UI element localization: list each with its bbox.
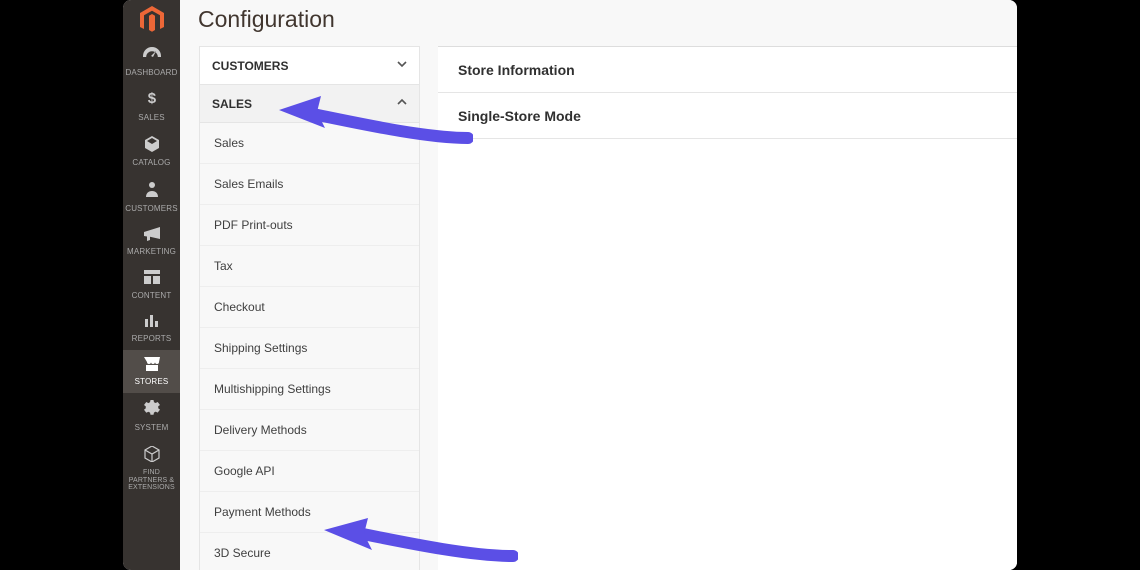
tab-sales-label: SALES	[212, 97, 252, 111]
nav-label: SYSTEM	[135, 424, 169, 433]
tab-item-label: Shipping Settings	[214, 341, 307, 355]
tab-item-pdf-printouts[interactable]: PDF Print-outs	[200, 205, 419, 246]
dollar-icon: $	[147, 90, 157, 111]
tab-item-label: Payment Methods	[214, 505, 311, 519]
tab-customers-label: CUSTOMERS	[212, 59, 288, 73]
tab-item-label: Multishipping Settings	[214, 382, 331, 396]
nav-content[interactable]: CONTENT	[123, 263, 180, 306]
nav-label: REPORTS	[132, 335, 172, 344]
tab-item-label: Sales	[214, 136, 244, 150]
nav-label: STORES	[135, 378, 169, 387]
tab-item-sales-emails[interactable]: Sales Emails	[200, 164, 419, 205]
nav-marketing[interactable]: MARKETING	[123, 220, 180, 263]
tab-sales[interactable]: SALES	[200, 85, 419, 123]
nav-catalog[interactable]: CATALOG	[123, 129, 180, 174]
config-tabs: CUSTOMERS SALES Sales Sales Emails PDF P…	[199, 46, 420, 570]
nav-dashboard[interactable]: DASHBOARD	[123, 40, 180, 83]
tab-item-label: 3D Secure	[214, 546, 271, 560]
tab-item-label: Google API	[214, 464, 275, 478]
letterbox-left	[0, 0, 123, 570]
section-label: Store Information	[458, 62, 575, 78]
svg-text:$: $	[147, 90, 156, 106]
nav-label: SALES	[138, 114, 165, 123]
tab-item-label: Delivery Methods	[214, 423, 307, 437]
section-single-store-mode[interactable]: Single-Store Mode	[438, 93, 1017, 139]
tab-item-label: Sales Emails	[214, 177, 283, 191]
magento-logo[interactable]	[123, 0, 180, 40]
tab-item-payment-methods[interactable]: Payment Methods	[200, 492, 419, 533]
tab-sales-items: Sales Sales Emails PDF Print-outs Tax Ch…	[200, 123, 419, 570]
main: Configuration CUSTOMERS SALES Sales Sale…	[180, 0, 1017, 570]
nav-sales[interactable]: $ SALES	[123, 83, 180, 128]
nav-label: CUSTOMERS	[125, 205, 177, 214]
layout-icon	[144, 270, 160, 289]
gear-icon	[144, 400, 160, 421]
partner-cube-icon	[144, 446, 160, 467]
nav-system[interactable]: SYSTEM	[123, 393, 180, 438]
nav-stores[interactable]: STORES	[123, 350, 180, 393]
storefront-icon	[144, 357, 160, 376]
nav-label: FIND PARTNERS & EXTENSIONS	[123, 469, 180, 492]
tab-item-label: PDF Print-outs	[214, 218, 293, 232]
chevron-down-icon	[397, 59, 407, 72]
megaphone-icon	[144, 227, 160, 246]
nav-reports[interactable]: REPORTS	[123, 306, 180, 349]
nav-find-partners[interactable]: FIND PARTNERS & EXTENSIONS	[123, 439, 180, 499]
section-store-information[interactable]: Store Information	[438, 47, 1017, 93]
tab-item-sales[interactable]: Sales	[200, 123, 419, 164]
nav-customers[interactable]: CUSTOMERS	[123, 174, 180, 219]
nav-label: DASHBOARD	[125, 69, 177, 78]
letterbox-right	[1017, 0, 1140, 570]
nav-label: CONTENT	[132, 292, 172, 301]
nav-label: CATALOG	[132, 159, 170, 168]
tab-item-shipping-settings[interactable]: Shipping Settings	[200, 328, 419, 369]
tab-customers[interactable]: CUSTOMERS	[200, 47, 419, 85]
tab-item-delivery-methods[interactable]: Delivery Methods	[200, 410, 419, 451]
tab-item-label: Checkout	[214, 300, 265, 314]
nav-label: MARKETING	[127, 248, 176, 257]
tab-item-label: Tax	[214, 259, 233, 273]
magento-logo-icon	[140, 6, 164, 34]
tab-item-multishipping-settings[interactable]: Multishipping Settings	[200, 369, 419, 410]
content-panel: Store Information Single-Store Mode	[438, 46, 1017, 570]
cube-icon	[144, 136, 160, 157]
admin-nav: DASHBOARD $ SALES CATALOG CUSTOMERS MARK…	[123, 0, 180, 570]
person-icon	[146, 181, 158, 202]
section-label: Single-Store Mode	[458, 108, 581, 124]
tab-item-3d-secure[interactable]: 3D Secure	[200, 533, 419, 570]
tab-item-google-api[interactable]: Google API	[200, 451, 419, 492]
bar-chart-icon	[144, 313, 160, 332]
tab-item-checkout[interactable]: Checkout	[200, 287, 419, 328]
chevron-up-icon	[397, 97, 407, 110]
app-window: DASHBOARD $ SALES CATALOG CUSTOMERS MARK…	[123, 0, 1017, 570]
gauge-icon	[143, 47, 161, 66]
page-title: Configuration	[198, 6, 335, 33]
tab-item-tax[interactable]: Tax	[200, 246, 419, 287]
